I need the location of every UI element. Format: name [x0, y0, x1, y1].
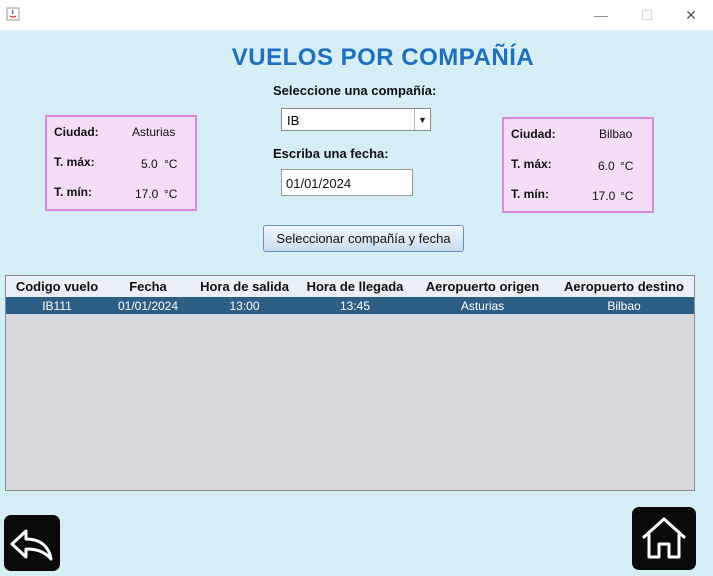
minimize-button[interactable]: — [578, 0, 624, 30]
column-header[interactable]: Codigo vuelo [6, 279, 108, 294]
table-cell: 13:45 [339, 299, 371, 313]
city-label: Ciudad: [54, 125, 99, 139]
table-cell: Bilbao [607, 299, 641, 313]
min-temp-unit: °C [164, 187, 178, 201]
min-temp-value: 17.0 [135, 187, 159, 201]
date-field[interactable]: 01/01/2024 [281, 169, 413, 196]
back-arrow-icon [10, 529, 53, 561]
max-temp-value: 6.0 [598, 159, 615, 173]
select-company-date-button[interactable]: Seleccionar compañía y fecha [263, 225, 464, 252]
max-temp-label: T. máx: [511, 157, 552, 171]
column-header[interactable]: Aeropuerto origen [409, 279, 556, 294]
city-value: Bilbao [599, 127, 633, 141]
max-temp-value: 5.0 [141, 157, 158, 171]
table-header: Codigo vuelo Fecha Hora de salida Hora d… [6, 276, 694, 298]
weather-panel-destination: Ciudad: Bilbao T. máx: 6.0 °C T. mín: 17… [502, 117, 654, 213]
max-temp-label: T. máx: [54, 155, 95, 169]
date-label: Escriba una fecha: [273, 146, 389, 161]
page-title: VUELOS POR COMPAÑÍA [231, 44, 535, 71]
weather-panel-origin: Ciudad: Asturias T. máx: 5.0 °C T. mín: … [45, 115, 197, 211]
company-select[interactable]: IB ▼ [281, 108, 431, 131]
column-header[interactable]: Aeropuerto destino [556, 279, 692, 294]
java-icon [6, 7, 20, 21]
company-label: Seleccione una compañía: [273, 83, 437, 98]
table-cell: IB111 [42, 299, 72, 313]
home-icon [642, 517, 686, 559]
flights-table[interactable]: Codigo vuelo Fecha Hora de salida Hora d… [5, 275, 695, 491]
max-temp-unit: °C [164, 157, 178, 171]
city-label: Ciudad: [511, 127, 556, 141]
table-cell: 13:00 [229, 299, 260, 313]
home-button[interactable] [632, 507, 696, 570]
table-row[interactable]: IB111 01/01/2024 13:00 13:45 Asturias Bi… [6, 297, 694, 314]
window-titlebar: — ☐ ✕ [0, 0, 713, 30]
company-select-value: IB [287, 113, 300, 128]
min-temp-label: T. mín: [511, 187, 549, 201]
table-cell: 01/01/2024 [117, 299, 179, 313]
maximize-button[interactable]: ☐ [624, 0, 670, 30]
column-header[interactable]: Fecha [108, 279, 188, 294]
column-header[interactable]: Hora de llegada [301, 279, 409, 294]
min-temp-unit: °C [620, 189, 634, 203]
city-value: Asturias [132, 125, 176, 139]
back-button[interactable] [4, 515, 60, 571]
chevron-down-icon[interactable]: ▼ [414, 109, 430, 130]
column-header[interactable]: Hora de salida [188, 279, 301, 294]
close-button[interactable]: ✕ [668, 0, 713, 30]
table-cell: Asturias [460, 299, 505, 313]
min-temp-value: 17.0 [592, 189, 616, 203]
min-temp-label: T. mín: [54, 185, 92, 199]
max-temp-unit: °C [620, 159, 634, 173]
